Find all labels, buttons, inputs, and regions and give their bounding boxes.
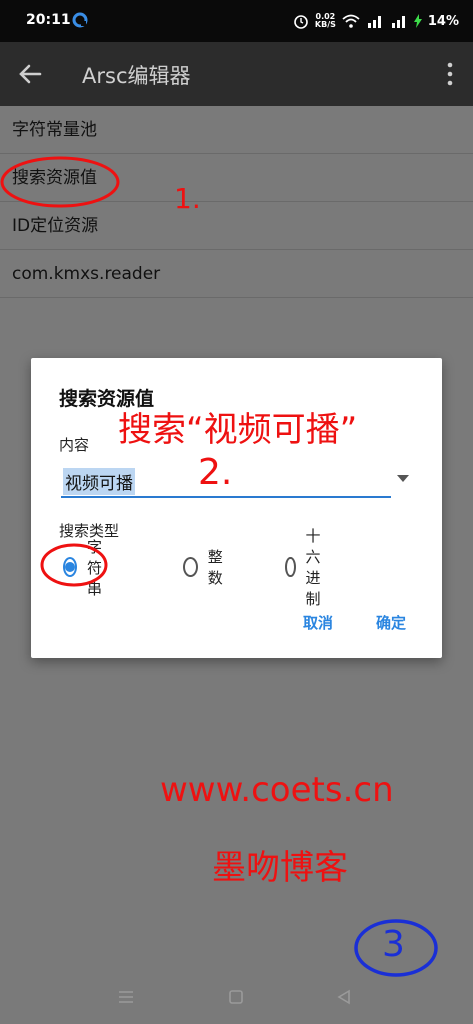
- home-nav-icon[interactable]: [226, 988, 246, 1006]
- annotation-step-1: 1.: [174, 182, 201, 215]
- menu-nav-icon[interactable]: [116, 988, 136, 1006]
- dropdown-arrow-icon[interactable]: [396, 474, 410, 484]
- list-item-package[interactable]: com.kmxs.reader: [0, 250, 473, 298]
- annotation-step-3: 3: [382, 924, 405, 965]
- alarm-icon: [294, 15, 308, 29]
- list-item-string-pool[interactable]: 字符常量池: [0, 106, 473, 154]
- more-options-icon[interactable]: [443, 60, 457, 88]
- radio-button[interactable]: [285, 557, 296, 577]
- back-nav-icon[interactable]: [334, 988, 354, 1006]
- status-time: 20:11: [26, 12, 71, 28]
- wifi-icon: [342, 14, 360, 28]
- radio-button-checked[interactable]: [63, 557, 77, 577]
- radio-integer[interactable]: 整数: [183, 548, 228, 587]
- radio-button[interactable]: [183, 557, 198, 577]
- status-icons: 0.02 KB/S 14%: [293, 10, 459, 32]
- radio-label-string: 字符串: [87, 537, 103, 598]
- annotation-blog-name: 墨吻博客: [212, 848, 348, 888]
- content-input-value[interactable]: 视频可播: [63, 468, 135, 495]
- status-bar: 20:11 0.02 KB/S 14%: [0, 0, 473, 42]
- content-label: 内容: [59, 436, 90, 454]
- battery-percent: 14%: [427, 13, 459, 29]
- list-item-id-locate[interactable]: ID定位资源: [0, 202, 473, 250]
- navigation-bar: [0, 970, 473, 1024]
- confirm-button[interactable]: 确定: [376, 612, 406, 633]
- radio-hex[interactable]: 十六进制: [285, 527, 330, 608]
- app-notification-icon: [72, 12, 88, 28]
- annotation-step-2: 2.: [198, 452, 233, 493]
- page-title: Arsc编辑器: [82, 64, 191, 88]
- menu-list: 字符常量池 搜索资源值 ID定位资源 com.kmxs.reader: [0, 106, 473, 298]
- net-speed: 0.02 KB/S: [314, 12, 336, 29]
- list-item-search-resource[interactable]: 搜索资源值: [0, 154, 473, 202]
- toolbar: Arsc编辑器: [0, 42, 473, 106]
- annotation-search-note: 搜索“视频可播”: [118, 410, 358, 450]
- signal-icon: [367, 16, 381, 28]
- radio-string[interactable]: 字符串: [63, 538, 108, 598]
- cancel-button[interactable]: 取消: [303, 612, 333, 633]
- charging-icon: [413, 14, 422, 28]
- signal-icon: [391, 16, 405, 28]
- radio-label-hex: 十六进制: [305, 527, 321, 608]
- back-arrow-icon[interactable]: [14, 58, 46, 90]
- radio-label-integer: 整数: [207, 548, 223, 587]
- annotation-site-url: www.coets.cn: [160, 770, 394, 810]
